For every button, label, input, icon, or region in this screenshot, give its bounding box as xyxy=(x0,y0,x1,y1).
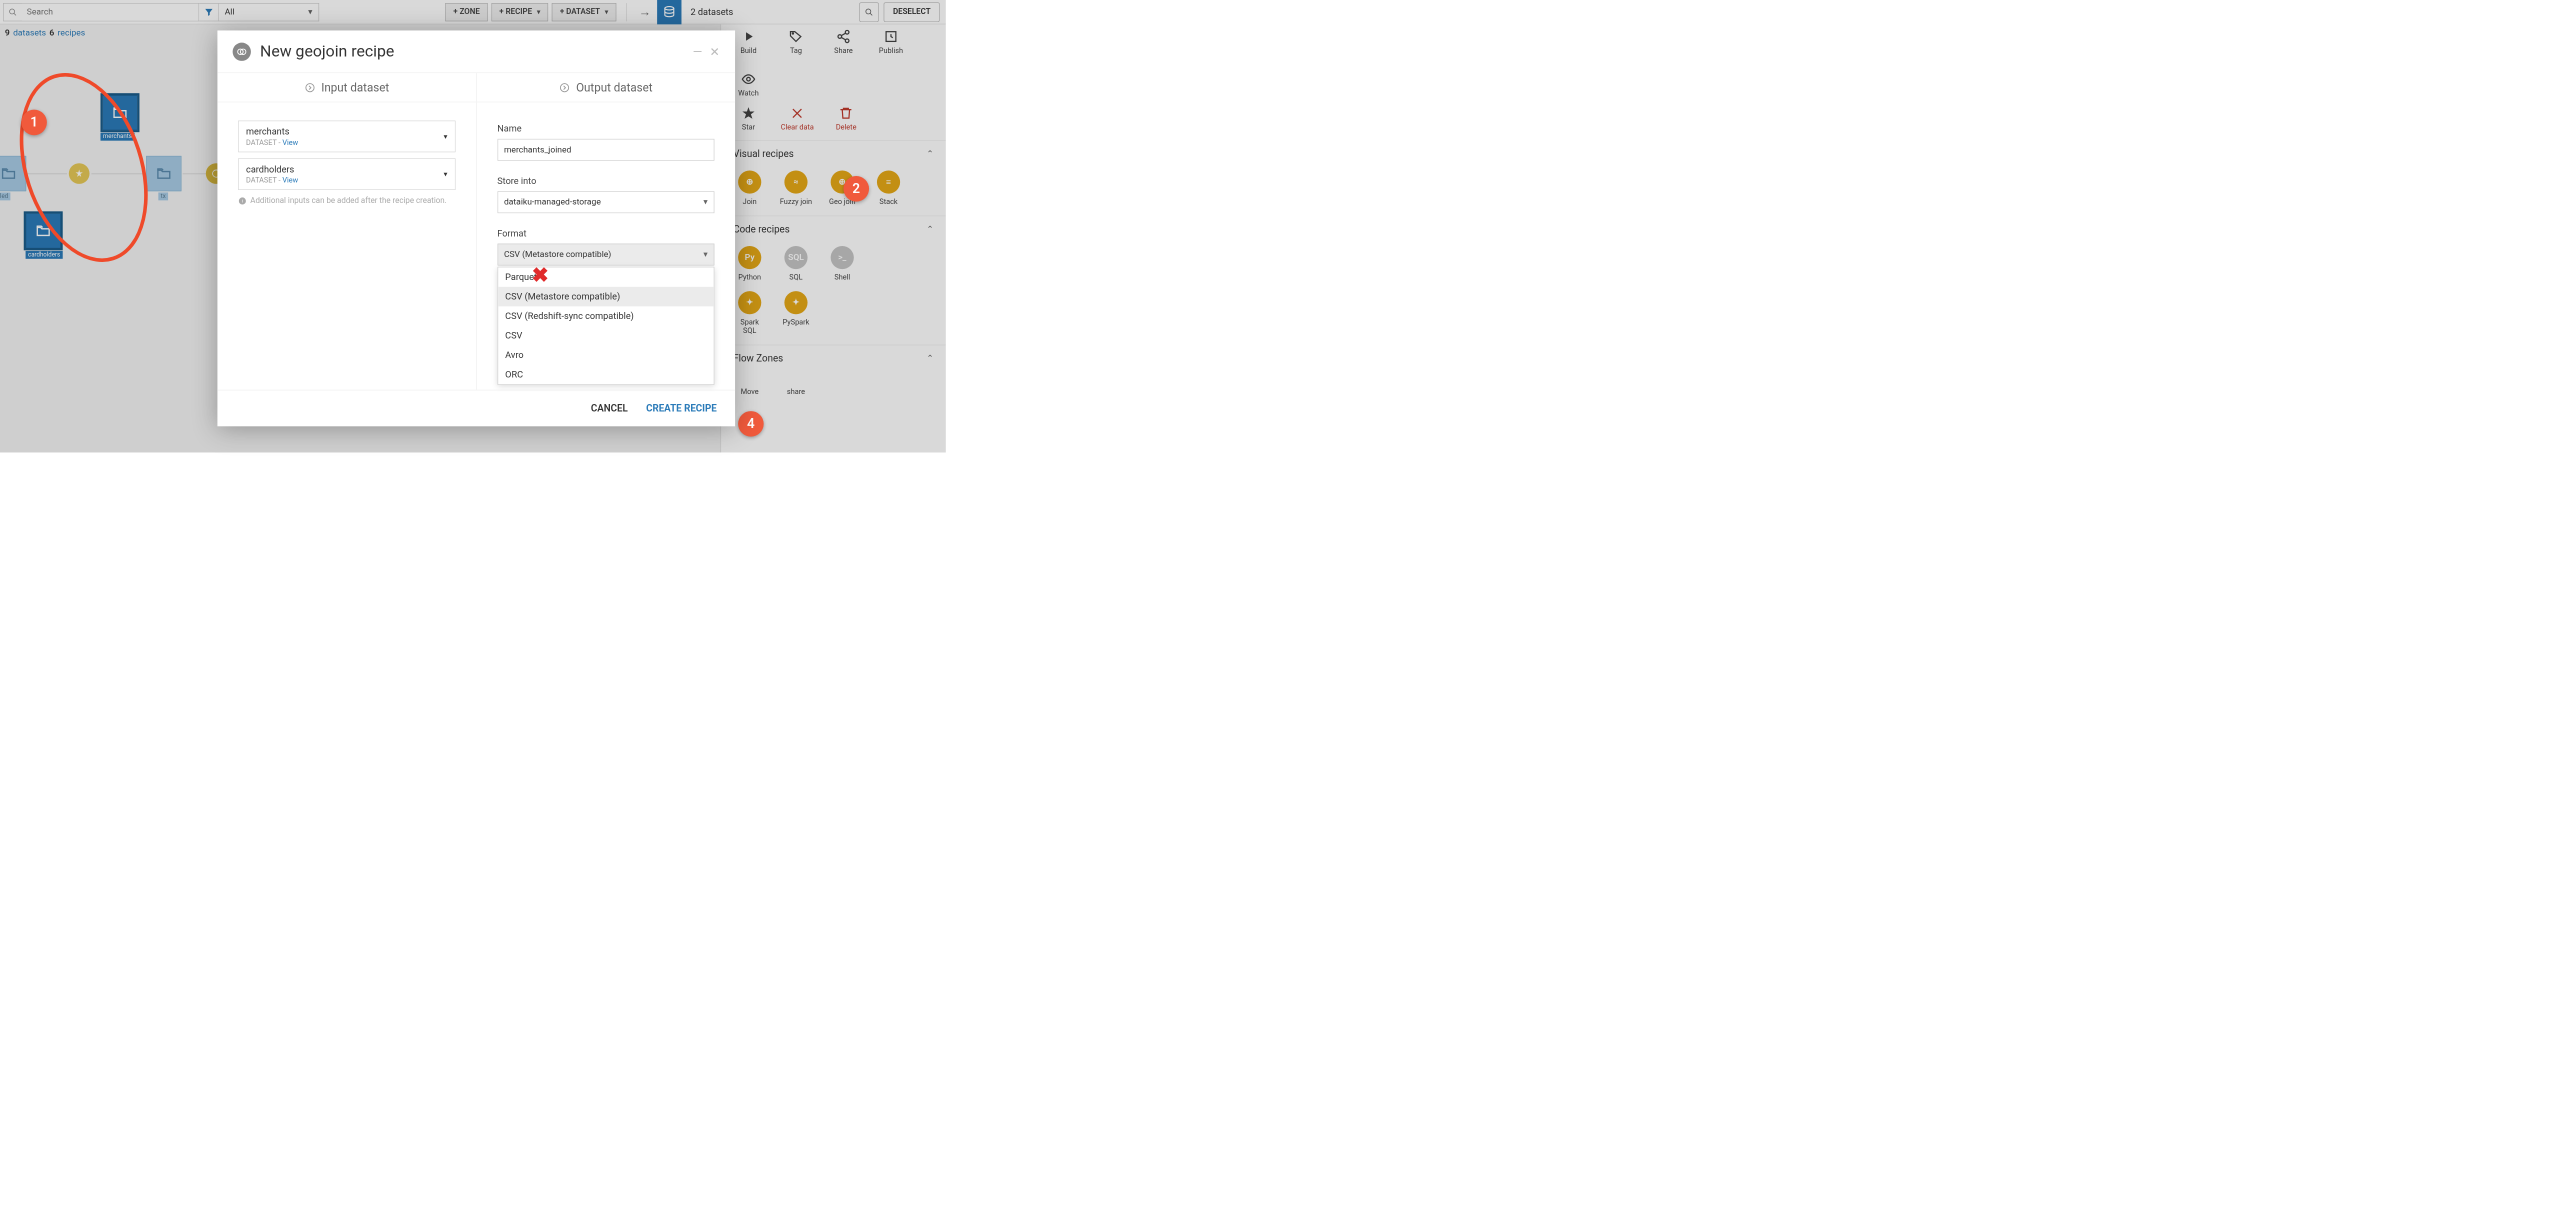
modal-header: New geojoin recipe — ✕ xyxy=(217,30,735,73)
modal-footer: CANCEL CREATE RECIPE xyxy=(217,390,735,427)
output-header: Output dataset xyxy=(477,73,736,102)
format-option[interactable]: CSV (Metastore compatible) xyxy=(498,287,714,306)
input-2-name: cardholders xyxy=(246,164,444,175)
input-dataset-2[interactable]: cardholders DATASET - View ▾ xyxy=(238,158,455,190)
minimize-icon[interactable]: — xyxy=(693,44,703,59)
format-label: Format xyxy=(497,228,714,239)
additional-inputs-hint: i Additional inputs can be added after t… xyxy=(238,196,455,205)
store-label: Store into xyxy=(497,175,714,186)
output-column: Output dataset Name Store into dataiku-m… xyxy=(477,73,736,390)
close-icon[interactable]: ✕ xyxy=(710,44,720,59)
annotation-badge-4: 4 xyxy=(738,411,764,437)
format-option[interactable]: Parquet xyxy=(498,267,714,286)
svg-text:i: i xyxy=(242,198,243,204)
input-column: Input dataset merchants DATASET - View ▾… xyxy=(217,73,476,390)
output-name-input[interactable] xyxy=(497,139,714,161)
format-option[interactable]: ORC xyxy=(498,365,714,384)
new-recipe-modal: New geojoin recipe — ✕ Input dataset mer… xyxy=(217,30,735,426)
chevron-down-icon: ▾ xyxy=(703,250,707,260)
store-into-select[interactable]: dataiku-managed-storage ▾ xyxy=(497,191,714,213)
format-option[interactable]: CSV xyxy=(498,326,714,345)
annotation-badge-2: 2 xyxy=(843,176,869,202)
modal-title: New geojoin recipe xyxy=(260,42,685,60)
chevron-down-icon: ▾ xyxy=(444,132,448,141)
format-option[interactable]: CSV (Redshift-sync compatible) xyxy=(498,306,714,325)
annotation-badge-1: 1 xyxy=(21,110,47,136)
format-select[interactable]: CSV (Metastore compatible) ▾ xyxy=(497,244,714,266)
annotation-x-icon: ✖ xyxy=(532,263,549,287)
view-link[interactable]: View xyxy=(282,138,298,147)
view-link[interactable]: View xyxy=(282,176,298,185)
format-dropdown: ParquetCSV (Metastore compatible)CSV (Re… xyxy=(497,267,714,385)
input-dataset-1[interactable]: merchants DATASET - View ▾ xyxy=(238,121,455,153)
cancel-button[interactable]: CANCEL xyxy=(591,403,628,415)
create-recipe-button[interactable]: CREATE RECIPE xyxy=(646,403,717,415)
format-option[interactable]: Avro xyxy=(498,345,714,364)
geojoin-icon xyxy=(233,42,251,60)
chevron-down-icon: ▾ xyxy=(703,197,707,207)
input-1-name: merchants xyxy=(246,126,444,137)
name-label: Name xyxy=(497,123,714,134)
input-header: Input dataset xyxy=(217,73,476,102)
chevron-down-icon: ▾ xyxy=(444,170,448,179)
